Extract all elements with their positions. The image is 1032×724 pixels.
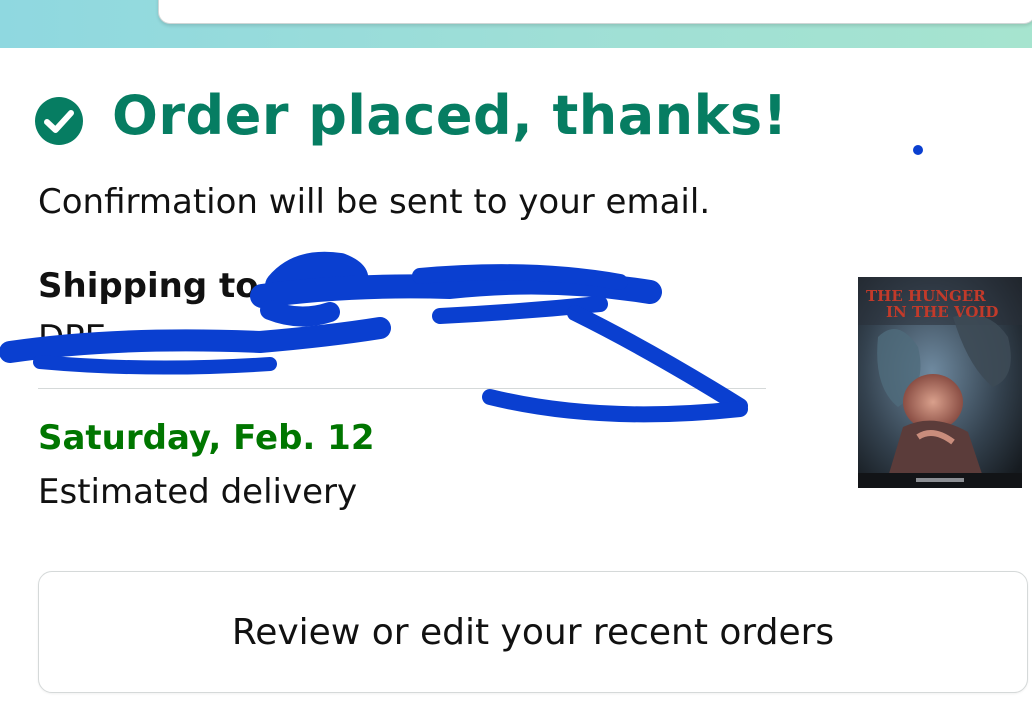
cover-title-line-2: IN THE VOID	[886, 303, 998, 321]
check-circle-icon	[35, 97, 83, 145]
confirmation-message: Confirmation will be sent to your email.	[38, 182, 711, 222]
search-bar[interactable]	[158, 0, 1032, 24]
review-orders-button[interactable]: Review or edit your recent orders	[38, 571, 1028, 693]
divider	[38, 388, 766, 389]
delivery-date: Saturday, Feb. 12	[38, 418, 375, 458]
shipping-label: Shipping to	[38, 266, 259, 306]
scribble-dot	[913, 145, 923, 155]
book-cover-image: THE HUNGER IN THE VOID	[858, 277, 1022, 488]
shipping-address: DPE	[38, 318, 107, 358]
delivery-label: Estimated delivery	[38, 472, 358, 512]
page-title: Order placed, thanks!	[112, 84, 788, 147]
product-image[interactable]: THE HUNGER IN THE VOID	[858, 277, 1022, 488]
